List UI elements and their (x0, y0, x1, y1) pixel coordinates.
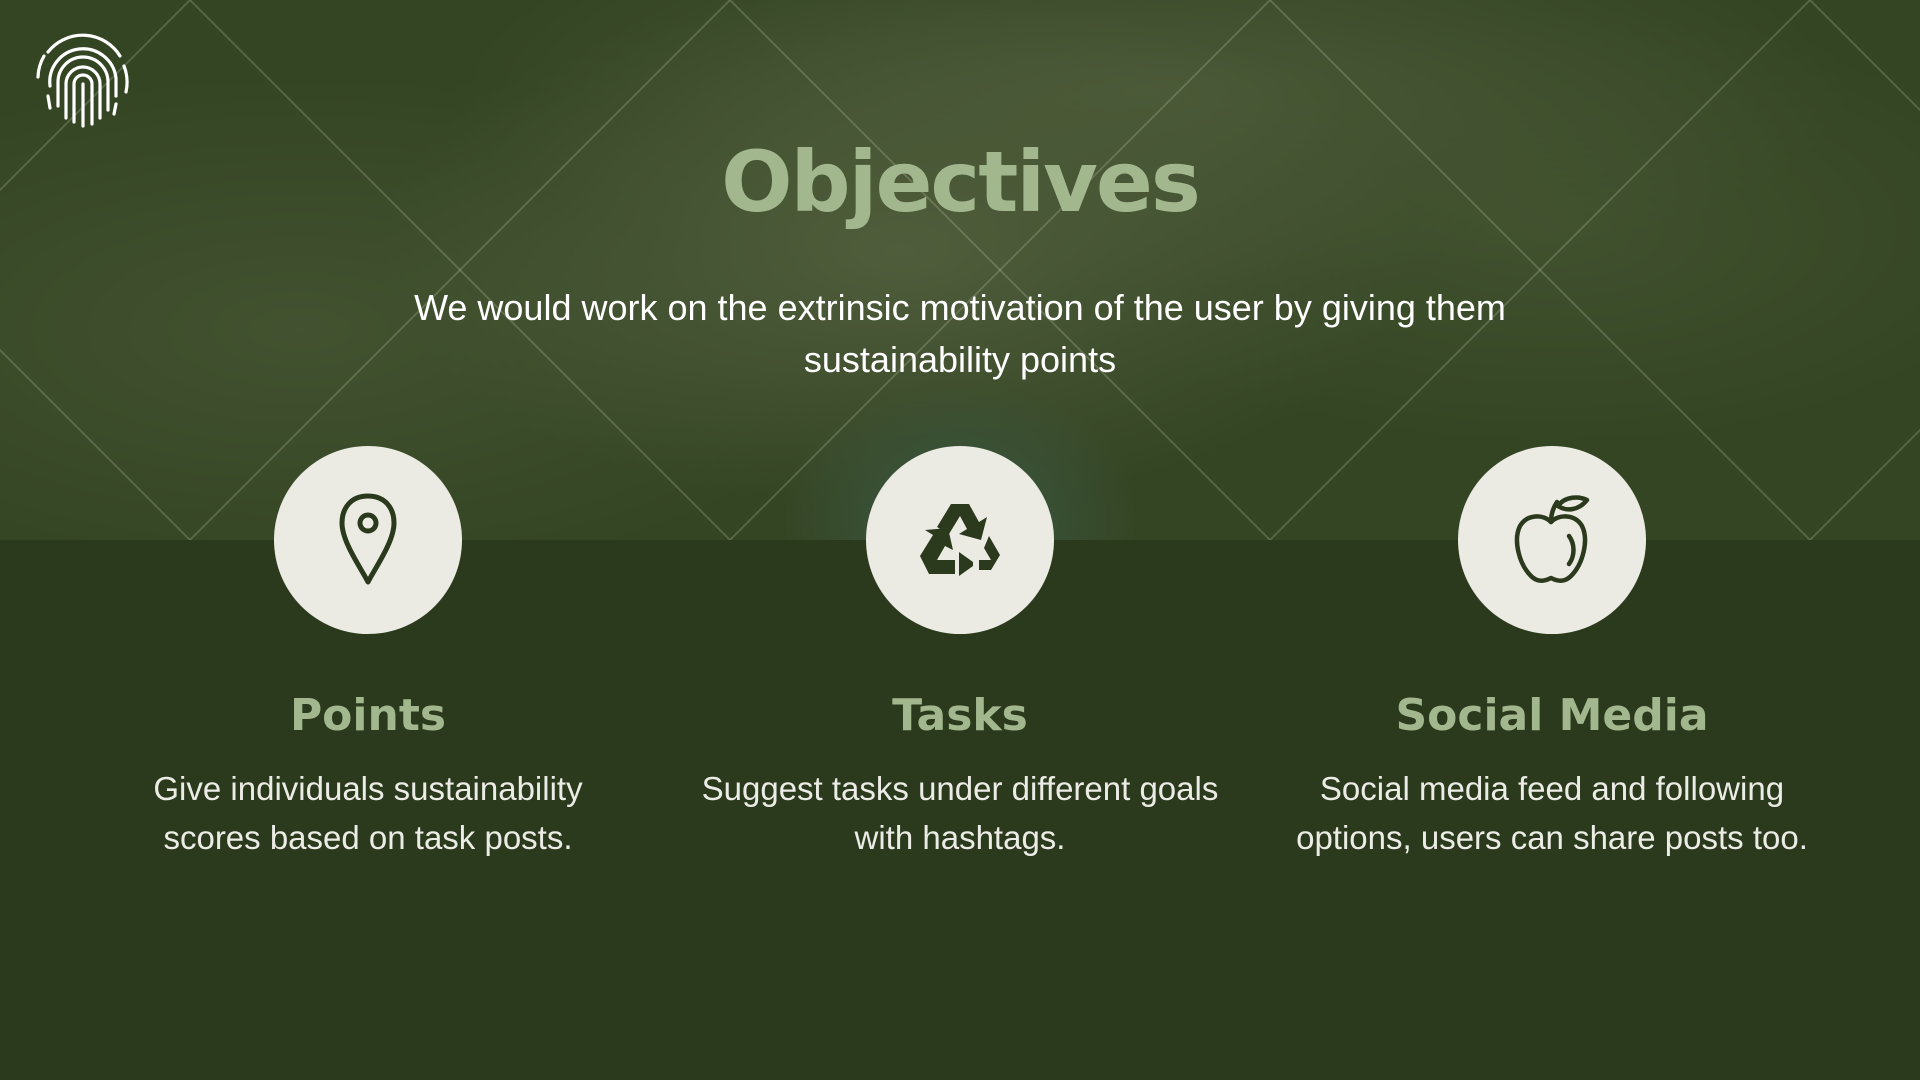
social-media-icon-circle (1458, 446, 1646, 634)
card-tasks: Tasks Suggest tasks under different goal… (680, 446, 1240, 862)
recycle-icon (920, 504, 1000, 576)
card-text-tasks: Suggest tasks under different goals with… (701, 770, 1219, 856)
card-title-tasks: Tasks (892, 690, 1028, 741)
apple-icon (1514, 495, 1590, 583)
fingerprint-icon (36, 33, 129, 128)
points-icon-circle (274, 446, 462, 634)
card-text-points: Give individuals sustainability scores b… (153, 770, 583, 856)
location-pin-icon (339, 493, 397, 585)
slide-title: Objectives (721, 133, 1201, 231)
card-text-social-media: Social media feed and following options,… (1296, 770, 1808, 856)
card-title-social-media: Social Media (1395, 690, 1709, 741)
card-points: Points Give individuals sustainability s… (88, 446, 648, 862)
slide-subtitle: We would work on the extrinsic motivatio… (414, 287, 1506, 380)
tasks-icon-circle (866, 446, 1054, 634)
card-title-points: Points (289, 690, 447, 741)
card-social-media: Social Media Social media feed and follo… (1272, 446, 1832, 862)
